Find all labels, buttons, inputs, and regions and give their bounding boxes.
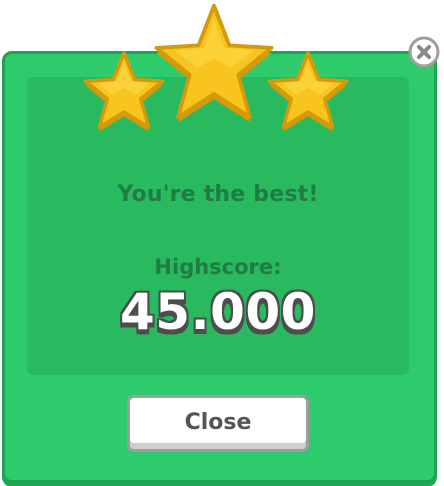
highscore-label: Highscore: bbox=[154, 255, 282, 279]
highscore-value: 45.000 bbox=[120, 283, 316, 341]
game-over-screen: You're the best! Highscore: 45.000 Close bbox=[0, 0, 444, 486]
close-button[interactable]: Close bbox=[127, 395, 309, 452]
close-icon[interactable] bbox=[408, 36, 440, 68]
result-panel: You're the best! Highscore: 45.000 bbox=[27, 77, 409, 375]
result-message: You're the best! bbox=[117, 182, 319, 207]
result-dialog: You're the best! Highscore: 45.000 Close bbox=[2, 51, 437, 483]
